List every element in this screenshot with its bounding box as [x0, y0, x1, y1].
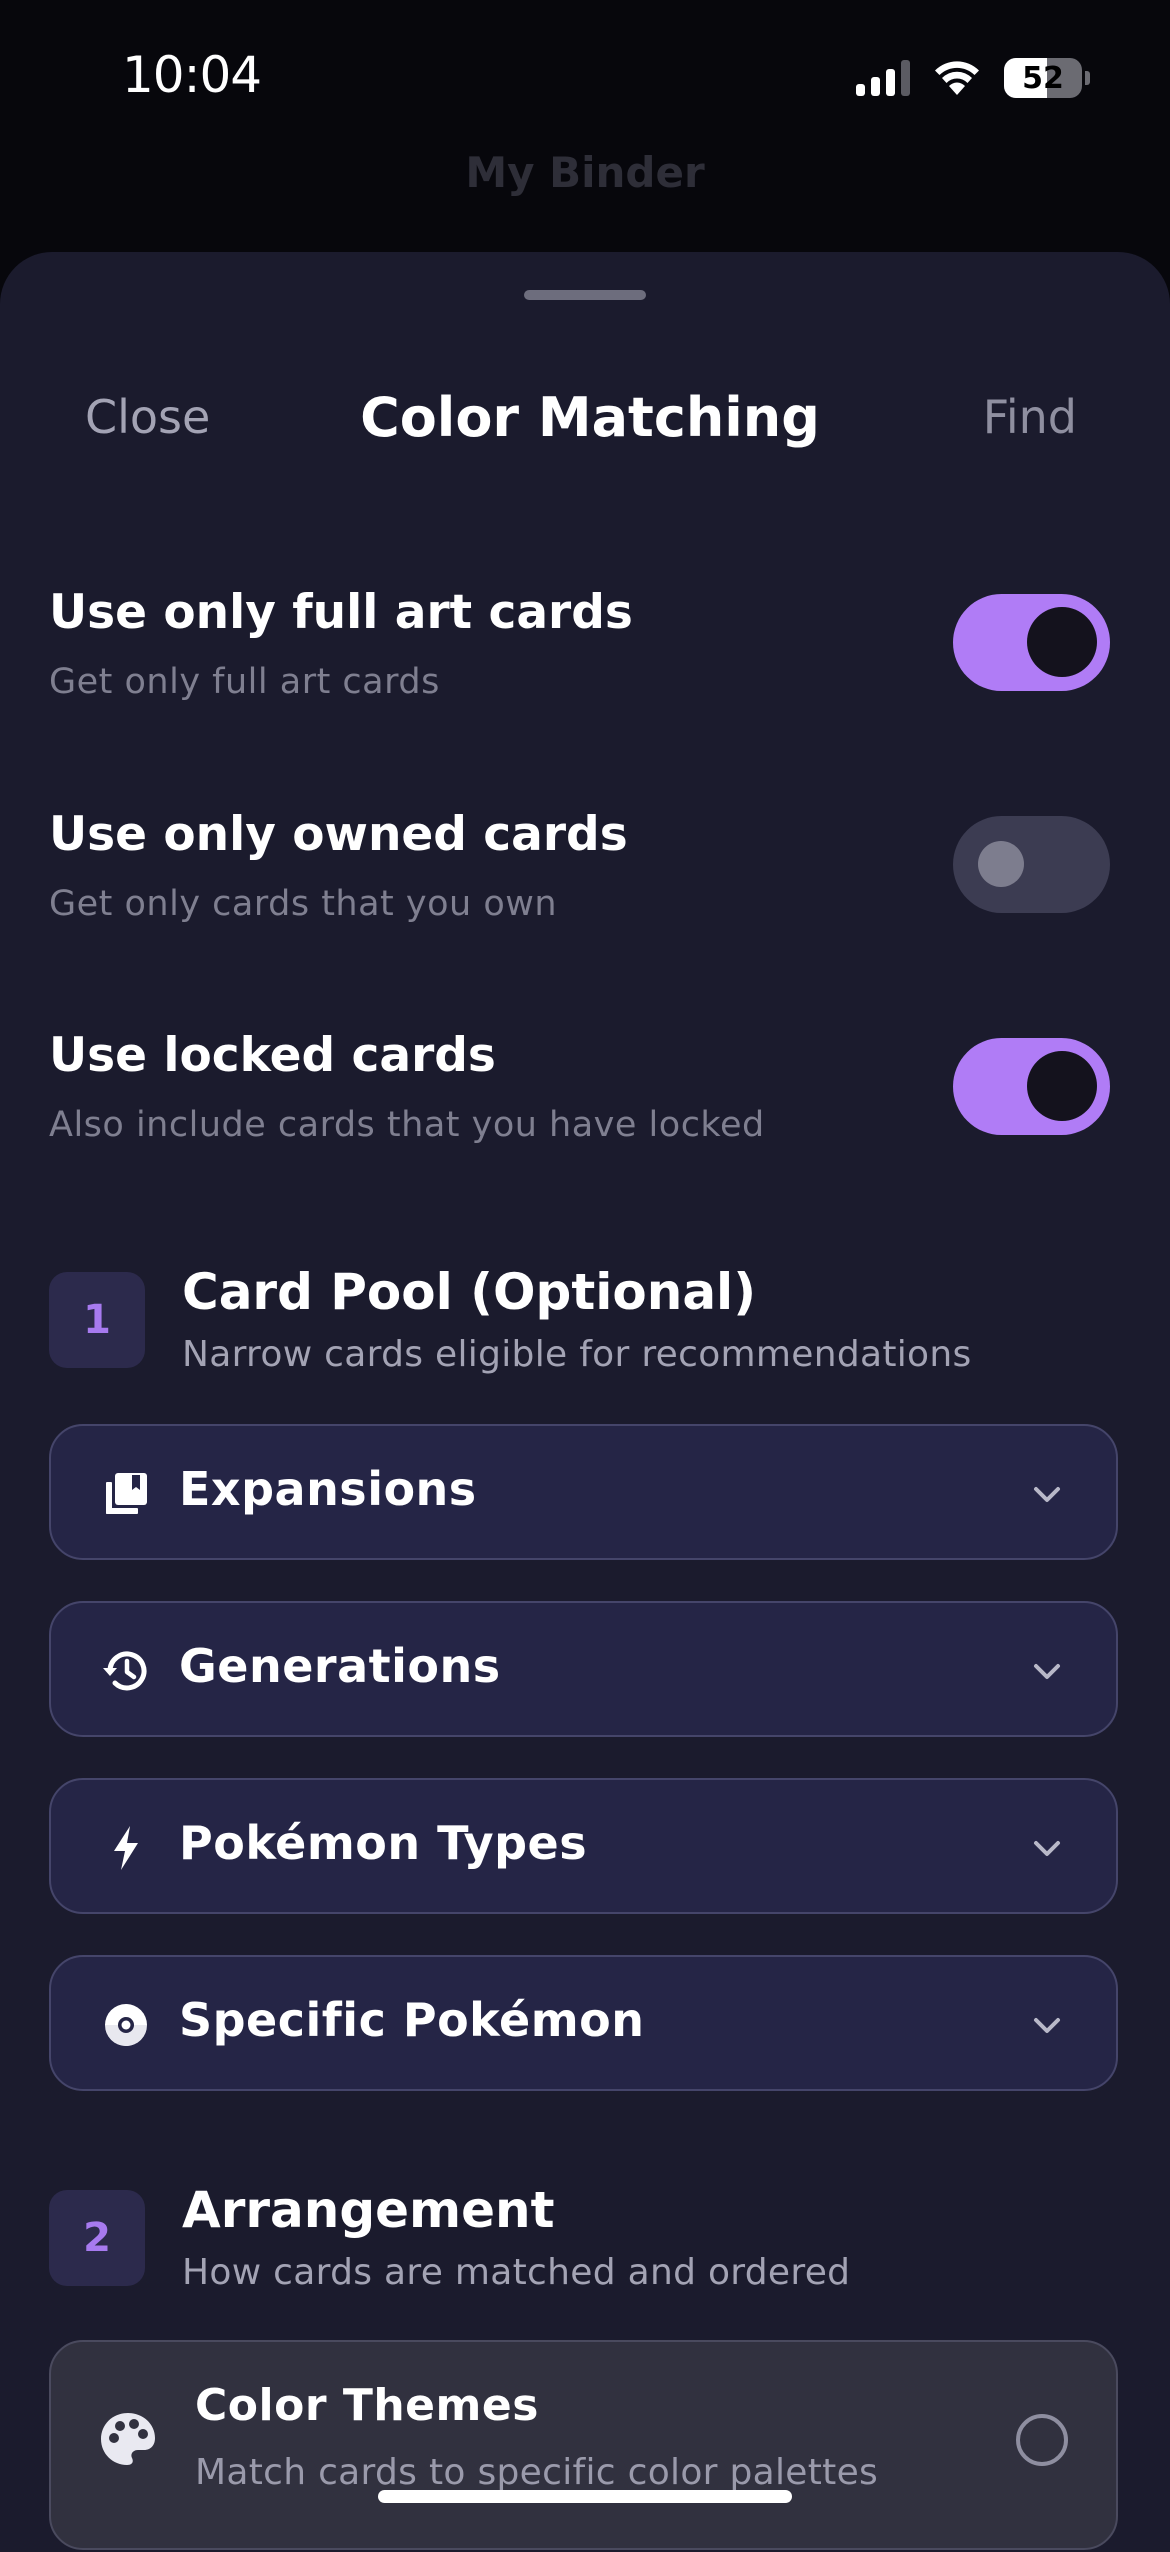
chevron-down-icon: [1034, 1841, 1060, 1856]
bolt-icon: [96, 1818, 156, 1878]
option-title: Use locked cards: [49, 1028, 496, 1083]
expansions-dropdown[interactable]: Expansions: [49, 1424, 1118, 1560]
option-title: Use only full art cards: [49, 585, 633, 640]
option-title: Color Themes: [195, 2380, 539, 2431]
cellular-signal-icon: [856, 60, 910, 96]
background-screen-title: My Binder: [465, 148, 705, 197]
option-subtitle: Get only cards that you own: [49, 884, 558, 924]
status-icons: 52: [856, 56, 1090, 100]
full-art-toggle[interactable]: [953, 594, 1110, 691]
option-subtitle: Match cards to specific color palettes: [195, 2452, 879, 2493]
locked-cards-toggle[interactable]: [953, 1038, 1110, 1135]
section-number-badge: 2: [49, 2190, 145, 2286]
section-subtitle: How cards are matched and ordered: [182, 2252, 851, 2293]
battery-icon: 52: [1004, 58, 1082, 98]
color-themes-option[interactable]: Color Themes Match cards to specific col…: [49, 2340, 1118, 2550]
section-subtitle: Narrow cards eligible for recommendation…: [182, 1334, 972, 1375]
battery-level: 52: [1022, 60, 1064, 96]
dropdown-label: Specific Pokémon: [179, 1993, 645, 2047]
pokemon-types-dropdown[interactable]: Pokémon Types: [49, 1778, 1118, 1914]
section-title: Card Pool (Optional): [182, 1263, 757, 1321]
history-icon: [96, 1641, 156, 1701]
radio-button[interactable]: [1016, 2414, 1068, 2466]
home-indicator[interactable]: [378, 2490, 792, 2503]
chevron-down-icon: [1034, 1664, 1060, 1679]
pokeball-icon: [96, 1995, 156, 2055]
palette-icon: [101, 2413, 155, 2465]
option-title: Use only owned cards: [49, 807, 628, 862]
wifi-icon: [935, 61, 979, 95]
collection-icon: [96, 1464, 156, 1524]
status-time: 10:04: [122, 46, 262, 104]
owned-cards-toggle[interactable]: [953, 816, 1110, 913]
dropdown-label: Expansions: [179, 1462, 477, 1516]
sheet-grabber[interactable]: [524, 290, 646, 300]
find-button[interactable]: Find: [983, 390, 1077, 444]
toggle-knob: [1027, 607, 1097, 677]
option-subtitle: Also include cards that you have locked: [49, 1105, 765, 1145]
dropdown-label: Pokémon Types: [179, 1816, 588, 1870]
option-subtitle: Get only full art cards: [49, 662, 440, 702]
dropdown-label: Generations: [179, 1639, 501, 1693]
chevron-down-icon: [1034, 1487, 1060, 1502]
section-number-badge: 1: [49, 1272, 145, 1368]
generations-dropdown[interactable]: Generations: [49, 1601, 1118, 1737]
section-title: Arrangement: [182, 2181, 555, 2239]
toggle-knob: [1027, 1051, 1097, 1121]
specific-pokemon-dropdown[interactable]: Specific Pokémon: [49, 1955, 1118, 2091]
toggle-knob: [978, 841, 1024, 887]
chevron-down-icon: [1034, 2018, 1060, 2033]
